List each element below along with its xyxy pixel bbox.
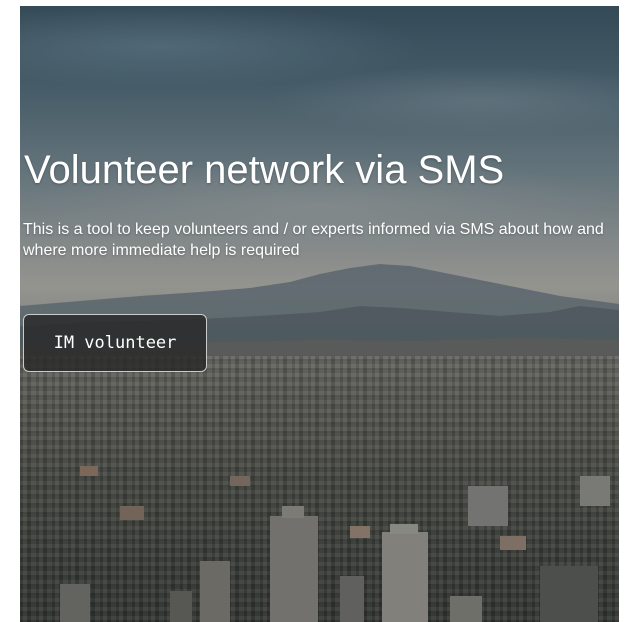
hero-section: Volunteer network via SMS This is a tool… <box>20 6 619 622</box>
im-volunteer-button[interactable]: IM volunteer <box>23 314 207 372</box>
hero-description: This is a tool to keep volunteers and / … <box>23 221 604 259</box>
hero-title: Volunteer network via SMS <box>24 148 505 192</box>
